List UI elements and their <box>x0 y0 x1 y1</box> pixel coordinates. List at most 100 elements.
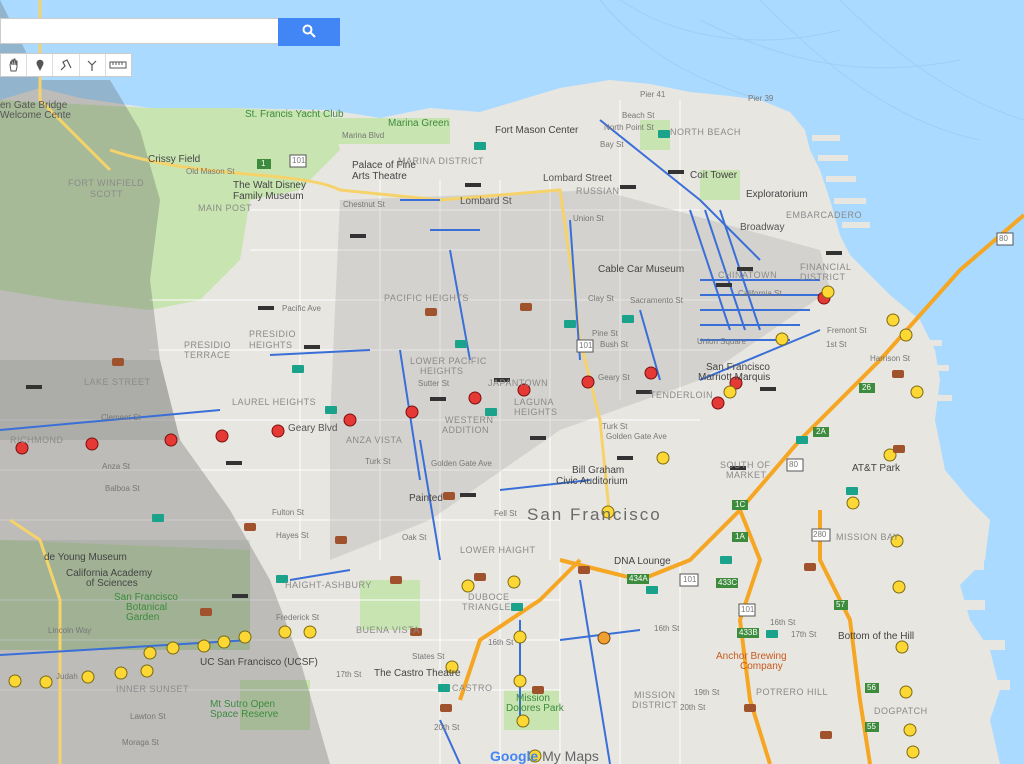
chinatown-label: CHINATOWN <box>718 270 778 280</box>
search-bar <box>0 18 340 46</box>
search-icon <box>302 24 316 38</box>
disney-label: The Walt Disney <box>233 180 306 191</box>
presidio-heights-label: PRESIDIO <box>249 329 297 339</box>
route-80b-shield: 80 <box>789 460 798 469</box>
hand-tool[interactable] <box>1 54 28 76</box>
western-addition-label: WESTERN <box>445 415 494 425</box>
google-brand: Google <box>490 748 539 764</box>
laguna-heights-label-2: HEIGHTS <box>514 407 558 417</box>
lower-haight-label: LOWER HAIGHT <box>460 545 536 555</box>
first-st-label: 1st St <box>826 340 847 349</box>
google-mymaps-logo: Google My Maps <box>490 748 599 764</box>
turk2-label: Turk St <box>602 422 628 431</box>
palace-label: Palace of Fine <box>352 160 416 171</box>
dogpatch-label: DOGPATCH <box>874 706 928 716</box>
hand-icon <box>9 58 18 72</box>
crissy-field-label: Crissy Field <box>148 154 201 165</box>
sixteenth-m-label: 16th St <box>654 624 680 633</box>
seventeenth-e-label: 17th St <box>791 630 817 639</box>
route-1c-shield: 1C <box>735 500 746 509</box>
botanical-label-3: Garden <box>126 612 160 623</box>
fell-label: Fell St <box>494 509 517 518</box>
line-icon <box>60 59 72 71</box>
inner-sunset-label: INNER SUNSET <box>116 684 190 694</box>
route-101d-shield: 101 <box>741 605 755 614</box>
pier41-label: Pier 41 <box>640 90 666 99</box>
laguna-heights-label: LAGUNA <box>514 397 555 407</box>
soma-label: SOUTH OF <box>720 460 771 470</box>
duboce-label-2: TRIANGLE <box>462 602 512 612</box>
chestnut-label: Chestnut St <box>343 200 385 209</box>
anza-vista-label: ANZA VISTA <box>346 435 403 445</box>
presidio-heights-label-2: HEIGHTS <box>249 340 293 350</box>
pine-label: Pine St <box>592 329 618 338</box>
ruler-icon <box>109 61 127 69</box>
palace-label-2: Arts Theatre <box>352 171 407 182</box>
soma-label-2: MARKET <box>726 470 767 480</box>
sutro-label-2: Space Reserve <box>210 709 279 720</box>
buena-vista-label: BUENA VISTA <box>356 625 420 635</box>
marker-tool[interactable] <box>27 54 54 76</box>
tenderloin-label: TENDERLOIN <box>650 390 714 400</box>
richmond-label: RICHMOND <box>10 435 64 445</box>
route-26-shield: 26 <box>862 383 871 392</box>
beach-st-label: Beach St <box>622 111 655 120</box>
line-tool[interactable] <box>53 54 80 76</box>
route-101b-shield: 101 <box>579 341 593 350</box>
bottom-hill-label: Bottom of the Hill <box>838 631 915 642</box>
route-2a-shield: 2A <box>816 427 826 436</box>
lincoln-way-label: Lincoln Way <box>48 626 92 635</box>
turk-label: Turk St <box>365 457 391 466</box>
route-tool[interactable] <box>80 54 106 76</box>
balboa-label: Balboa St <box>105 484 140 493</box>
marriott-label-2: Marriott Marquis <box>698 372 771 383</box>
main-post-label: MAIN POST <box>198 203 253 213</box>
route-434a-shield: 434A <box>629 574 648 583</box>
route-55-shield: 55 <box>867 722 876 731</box>
harrison-label: Harrison St <box>870 354 911 363</box>
search-input[interactable] <box>0 18 278 44</box>
financial-label: FINANCIAL <box>800 262 852 272</box>
clay-label: Clay St <box>588 294 614 303</box>
embarcadero-label: EMBARCADERO <box>786 210 863 220</box>
japantown-label: JAPANTOWN <box>488 378 549 388</box>
presidio-terrace-label-2: TERRACE <box>184 350 231 360</box>
financial-label-2: DISTRICT <box>800 272 846 282</box>
lawton-label: Lawton St <box>130 712 166 721</box>
lake-street-label: LAKE STREET <box>84 377 151 387</box>
welcome-center-label: Welcome Cente <box>0 110 71 121</box>
painted-label: Painted <box>409 493 443 504</box>
cal-academy-label-2: of Sciences <box>86 578 138 589</box>
twentieth-label: 20th St <box>434 723 460 732</box>
route-57-shield: 57 <box>836 600 845 609</box>
mission-district-label: MISSION <box>634 690 676 700</box>
oak-label: Oak St <box>402 533 427 542</box>
scott-label: SCOTT <box>90 189 123 199</box>
route-433c-shield: 433C <box>718 578 738 587</box>
map-toolbar <box>0 53 132 77</box>
search-button[interactable] <box>278 18 340 46</box>
hayes-label: Hayes St <box>276 531 309 540</box>
bay-st-label: Bay St <box>600 140 624 149</box>
marker-icon <box>36 59 44 71</box>
sutter-label: Sutter St <box>418 379 450 388</box>
california-st-label: California St <box>738 289 782 298</box>
marina-blvd-label: Marina Blvd <box>342 131 385 140</box>
seventeenth-label: 17th St <box>336 670 362 679</box>
golden-gate-ave-label: Golden Gate Ave <box>431 459 492 468</box>
ruler-tool[interactable] <box>106 54 131 76</box>
fort-winfield-label: FORT WINFIELD <box>68 178 145 188</box>
route-1a-shield: 1A <box>735 532 745 541</box>
lower-pacific-label: LOWER PACIFIC <box>410 356 487 366</box>
bill-graham-label-2: Civic Auditorium <box>556 476 628 487</box>
western-addition-label-2: ADDITION <box>442 425 490 435</box>
judah-label: Judah <box>56 672 78 681</box>
route-icon <box>87 60 97 71</box>
frederick-label: Frederick St <box>276 613 320 622</box>
route-101c-shield: 101 <box>683 575 697 584</box>
anza-label: Anza St <box>102 462 131 471</box>
duboce-label: DUBOCE <box>468 592 510 602</box>
moraga-label: Moraga St <box>122 738 159 747</box>
coit-tower-label: Coit Tower <box>690 170 738 181</box>
bill-graham-label: Bill Graham <box>572 465 625 476</box>
